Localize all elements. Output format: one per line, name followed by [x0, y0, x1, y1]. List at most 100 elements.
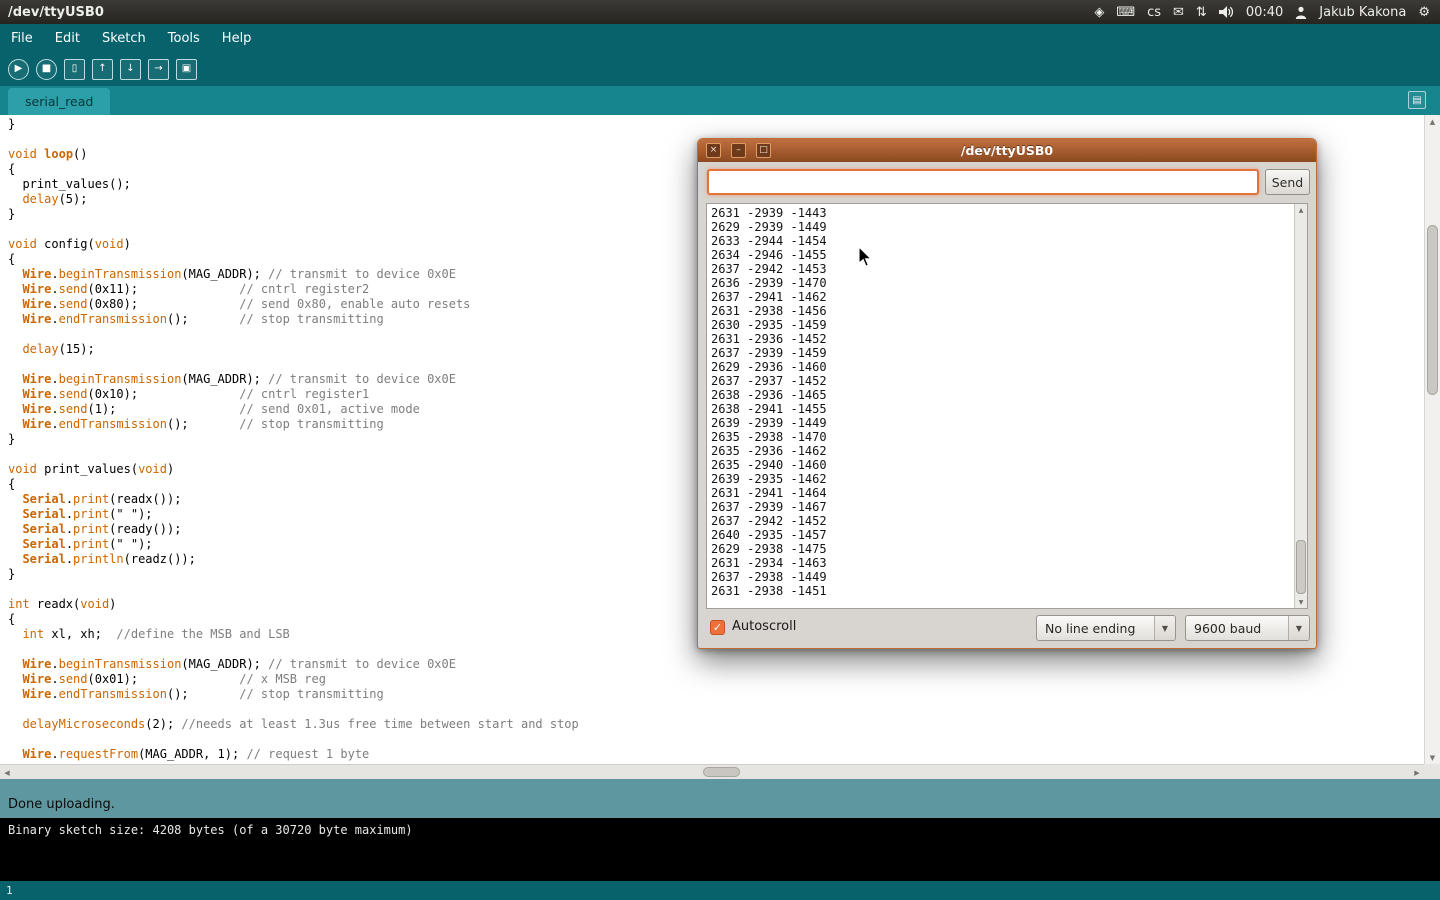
close-icon: ×	[710, 146, 718, 155]
minimize-button[interactable]: –	[731, 143, 746, 158]
serial-line: 2629 -2936 -1460	[711, 360, 1290, 374]
tab-menu-button[interactable]: ▤	[1408, 91, 1426, 109]
send-button[interactable]: Send	[1265, 169, 1310, 195]
menu-tools[interactable]: Tools	[157, 24, 211, 52]
maximize-icon: □	[759, 146, 768, 155]
baud-rate-value: 9600 baud	[1186, 616, 1288, 640]
serial-scroll-up-icon[interactable]: ▲	[1295, 204, 1307, 216]
serial-line: 2637 -2942 -1453	[711, 262, 1290, 276]
clock[interactable]: 00:40	[1246, 5, 1283, 20]
serial-output-panel: 2631 -2939 -14432629 -2939 -14492633 -29…	[706, 203, 1308, 609]
console-output: Binary sketch size: 4208 bytes (of a 307…	[0, 818, 1440, 881]
status-bar: Done uploading.	[0, 779, 1440, 818]
check-icon: ✓	[713, 622, 722, 633]
gear-icon[interactable]: ⚙	[1418, 5, 1430, 20]
serial-line: 2635 -2938 -1470	[711, 430, 1290, 444]
open-button[interactable]: ↑	[92, 59, 113, 80]
mouse-cursor	[858, 246, 873, 272]
user-icon[interactable]	[1295, 6, 1307, 19]
serial-send-input[interactable]	[707, 169, 1259, 195]
chevron-down-icon[interactable]: ▼	[1288, 616, 1309, 640]
tab-label: serial_read	[25, 94, 93, 109]
menu-help[interactable]: Help	[211, 24, 263, 52]
code-line: Wire.endTransmission(); // stop transmit…	[8, 687, 1424, 702]
console-message: Binary sketch size: 4208 bytes (of a 307…	[8, 823, 413, 837]
scrollbar-corner	[1424, 764, 1440, 779]
new-sketch-button[interactable]: ▯	[64, 59, 85, 80]
keyboard-layout-icon[interactable]: ⌨	[1116, 5, 1135, 20]
scroll-left-arrow-icon[interactable]: ◀	[0, 765, 14, 780]
tab-strip: serial_read ▤	[0, 86, 1440, 115]
close-button[interactable]: ×	[706, 143, 721, 158]
verify-button[interactable]: ▶	[8, 59, 29, 80]
serial-line: 2631 -2941 -1464	[711, 486, 1290, 500]
code-line: }	[8, 117, 1424, 132]
code-line: Wire.beginTransmission(MAG_ADDR); // tra…	[8, 657, 1424, 672]
upload-button[interactable]: →	[148, 59, 169, 80]
serial-line: 2637 -2937 -1452	[711, 374, 1290, 388]
serial-scrollbar[interactable]: ▲ ▼	[1294, 204, 1307, 608]
editor-horizontal-scroll-thumb[interactable]	[703, 767, 740, 777]
autoscroll-checkbox[interactable]: ✓	[710, 620, 725, 635]
serial-monitor-button[interactable]: ▣	[176, 59, 197, 80]
chevron-down-icon[interactable]: ▼	[1154, 616, 1175, 640]
serial-line: 2635 -2940 -1460	[711, 458, 1290, 472]
line-ending-select[interactable]: No line ending ▼	[1036, 615, 1176, 641]
serial-line: 2631 -2934 -1463	[711, 556, 1290, 570]
line-ending-value: No line ending	[1037, 616, 1154, 640]
serial-line: 2631 -2938 -1456	[711, 304, 1290, 318]
serial-line: 2638 -2941 -1455	[711, 402, 1290, 416]
serial-output: 2631 -2939 -14432629 -2939 -14492633 -29…	[707, 204, 1294, 608]
editor-horizontal-scrollbar[interactable]: ◀ ▶	[0, 764, 1424, 779]
tab-serial-read[interactable]: serial_read	[8, 88, 110, 115]
upload-icon: →	[154, 64, 162, 74]
save-icon: ↓	[126, 64, 134, 74]
scroll-up-arrow-icon[interactable]: ▲	[1425, 115, 1440, 128]
menu-file[interactable]: File	[0, 24, 44, 52]
serial-line: 2637 -2941 -1462	[711, 290, 1290, 304]
scroll-down-arrow-icon[interactable]: ▼	[1425, 751, 1440, 764]
serial-line: 2629 -2938 -1475	[711, 542, 1290, 556]
toolbar: ▶ ■ ▯ ↑ ↓ → ▣	[0, 52, 1440, 86]
sync-arrows-icon[interactable]: ⇅	[1196, 5, 1207, 20]
stop-button[interactable]: ■	[36, 59, 57, 80]
serial-line: 2640 -2935 -1457	[711, 528, 1290, 542]
serial-monitor-window: × – □ /dev/ttyUSB0 Send 2631 -2939 -1443…	[697, 138, 1317, 649]
serial-scroll-down-icon[interactable]: ▼	[1295, 596, 1307, 608]
serial-line: 2639 -2939 -1449	[711, 416, 1290, 430]
serial-scroll-thumb[interactable]	[1296, 540, 1306, 594]
panel-indicators: ◈ ⌨ cs ✉ ⇅ 00:40 Jakub Kakona ⚙	[1094, 5, 1440, 20]
serial-line: 2639 -2935 -1462	[711, 472, 1290, 486]
status-message: Done uploading.	[8, 797, 115, 812]
indicator-applet-icon[interactable]: ◈	[1094, 5, 1104, 20]
serial-monitor-title: /dev/ttyUSB0	[698, 143, 1316, 158]
tab-menu-icon: ▤	[1412, 95, 1421, 106]
send-button-label: Send	[1272, 175, 1303, 190]
menubar: File Edit Sketch Tools Help	[0, 24, 1440, 52]
screen: /dev/ttyUSB0 ◈ ⌨ cs ✉ ⇅ 00:40 Jakub Kako…	[0, 0, 1440, 900]
serial-line: 2634 -2946 -1455	[711, 248, 1290, 262]
editor-vertical-scroll-thumb[interactable]	[1427, 225, 1438, 395]
maximize-button[interactable]: □	[756, 143, 771, 158]
serial-line: 2638 -2936 -1465	[711, 388, 1290, 402]
autoscroll-label: Autoscroll	[732, 619, 796, 634]
serial-monitor-titlebar[interactable]: × – □ /dev/ttyUSB0	[698, 139, 1316, 162]
menu-sketch[interactable]: Sketch	[91, 24, 157, 52]
volume-icon[interactable]	[1219, 6, 1234, 18]
verify-icon: ▶	[15, 64, 23, 74]
mail-icon[interactable]: ✉	[1173, 5, 1184, 20]
active-window-title: /dev/ttyUSB0	[0, 5, 104, 20]
code-line	[8, 702, 1424, 717]
serial-monitor-icon: ▣	[182, 64, 191, 74]
baud-rate-select[interactable]: 9600 baud ▼	[1185, 615, 1310, 641]
scroll-right-arrow-icon[interactable]: ▶	[1410, 765, 1424, 780]
serial-line: 2630 -2935 -1459	[711, 318, 1290, 332]
editor-vertical-scrollbar[interactable]: ▲ ▼	[1424, 115, 1440, 764]
save-button[interactable]: ↓	[120, 59, 141, 80]
serial-line: 2633 -2944 -1454	[711, 234, 1290, 248]
new-sketch-icon: ▯	[72, 64, 78, 74]
keyboard-layout-label[interactable]: cs	[1147, 5, 1161, 20]
menu-edit[interactable]: Edit	[44, 24, 91, 52]
line-number: 1	[6, 884, 13, 897]
username-label[interactable]: Jakub Kakona	[1319, 5, 1406, 20]
